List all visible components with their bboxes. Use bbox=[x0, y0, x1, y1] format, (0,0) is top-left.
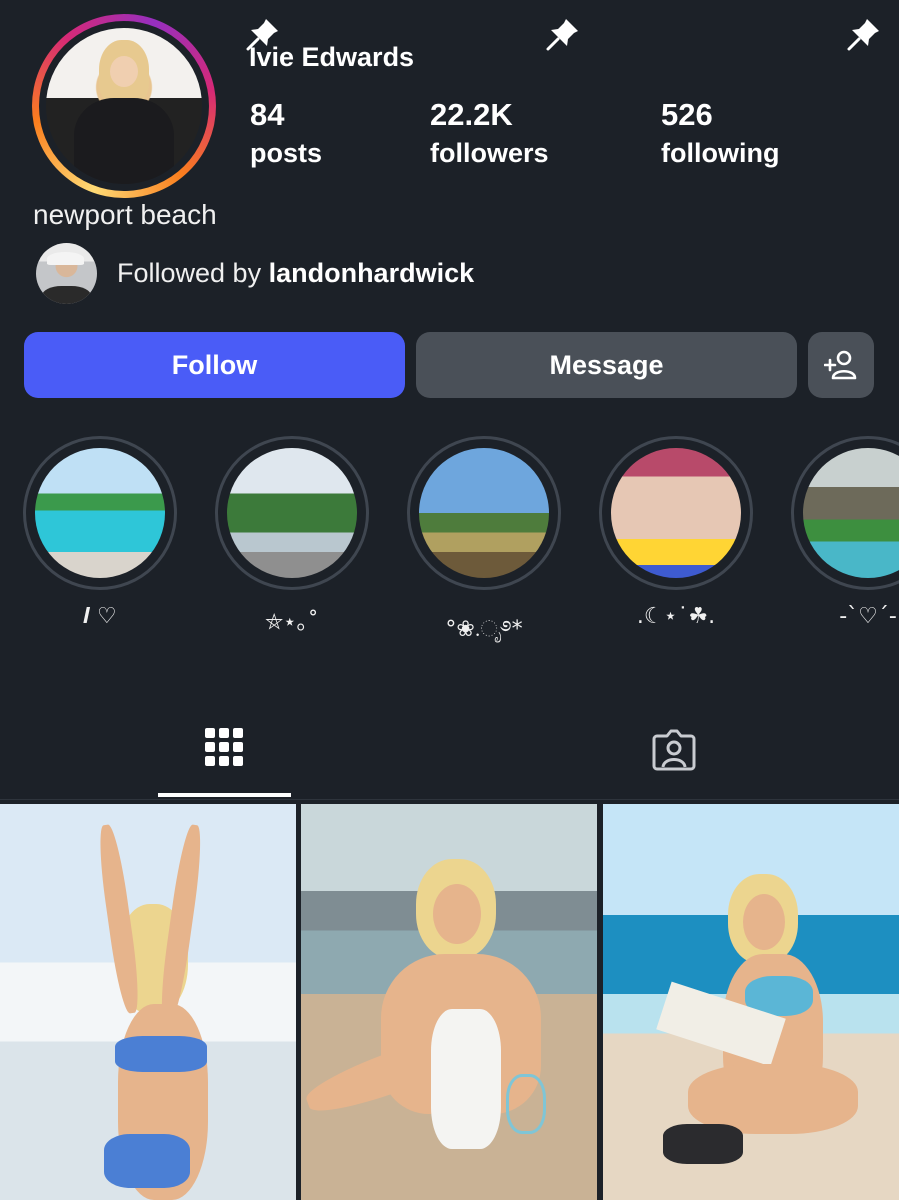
add-user-icon bbox=[824, 350, 857, 380]
follow-button[interactable]: Follow bbox=[24, 332, 405, 398]
profile-bio: newport beach bbox=[33, 199, 217, 230]
story-highlight[interactable]: .☾⋆˙☘. bbox=[599, 436, 753, 629]
profile-avatar[interactable] bbox=[32, 14, 216, 198]
posts-count: 84 bbox=[250, 97, 285, 132]
highlight-label: ⛤⋆｡˚ bbox=[265, 610, 319, 635]
followers-count: 22.2K bbox=[430, 97, 513, 132]
story-highlight[interactable]: -ˋ♡ˊ- bbox=[791, 436, 899, 629]
avatar-photo bbox=[46, 28, 202, 184]
pin-icon bbox=[546, 19, 578, 51]
followed-by-prefix: Followed by bbox=[117, 258, 269, 288]
post-thumbnail[interactable] bbox=[603, 804, 899, 1200]
tab-tagged[interactable] bbox=[650, 726, 698, 774]
pin-icon bbox=[246, 19, 278, 51]
followed-by-username[interactable]: landonhardwick bbox=[269, 258, 475, 288]
story-highlight[interactable]: °❀.ೃ࿔* bbox=[407, 436, 561, 666]
message-button[interactable]: Message bbox=[416, 332, 797, 398]
followers-label: followers bbox=[430, 138, 549, 168]
active-tab-indicator bbox=[158, 793, 291, 797]
followed-by-text: Followed by landonhardwick bbox=[117, 258, 474, 289]
highlight-label: °❀.ೃ࿔* bbox=[445, 617, 523, 642]
pin-icon bbox=[847, 19, 879, 51]
stat-following[interactable]: 526 following bbox=[661, 95, 779, 171]
post-thumbnail[interactable] bbox=[301, 804, 597, 1200]
post-thumbnail[interactable] bbox=[0, 804, 296, 1200]
posts-label: posts bbox=[250, 138, 323, 168]
highlight-label: 𝑰 ♡ bbox=[83, 604, 117, 629]
tab-divider bbox=[0, 799, 899, 800]
highlight-label: -ˋ♡ˊ- bbox=[839, 604, 897, 629]
follower-avatar[interactable] bbox=[36, 243, 97, 304]
highlight-cover-resort bbox=[803, 448, 899, 578]
highlight-cover-pool bbox=[35, 448, 165, 578]
highlight-label: .☾⋆˙☘. bbox=[636, 604, 716, 629]
grid-icon bbox=[205, 728, 245, 766]
tab-posts-grid[interactable] bbox=[205, 728, 245, 772]
highlight-cover-family bbox=[611, 448, 741, 578]
highlight-cover-palms bbox=[227, 448, 357, 578]
stat-followers[interactable]: 22.2K followers bbox=[430, 95, 549, 171]
suggest-users-button[interactable] bbox=[808, 332, 874, 398]
following-count: 526 bbox=[661, 97, 713, 132]
following-label: following bbox=[661, 138, 780, 168]
tagged-person-icon bbox=[652, 729, 696, 771]
followed-by-row[interactable]: Followed by landonhardwick bbox=[36, 243, 474, 304]
highlight-cover-cliff bbox=[419, 448, 549, 578]
story-highlight[interactable]: ⛤⋆｡˚ bbox=[215, 436, 369, 636]
story-highlight[interactable]: 𝑰 ♡ bbox=[23, 436, 177, 629]
stat-posts[interactable]: 84 posts bbox=[250, 95, 322, 171]
